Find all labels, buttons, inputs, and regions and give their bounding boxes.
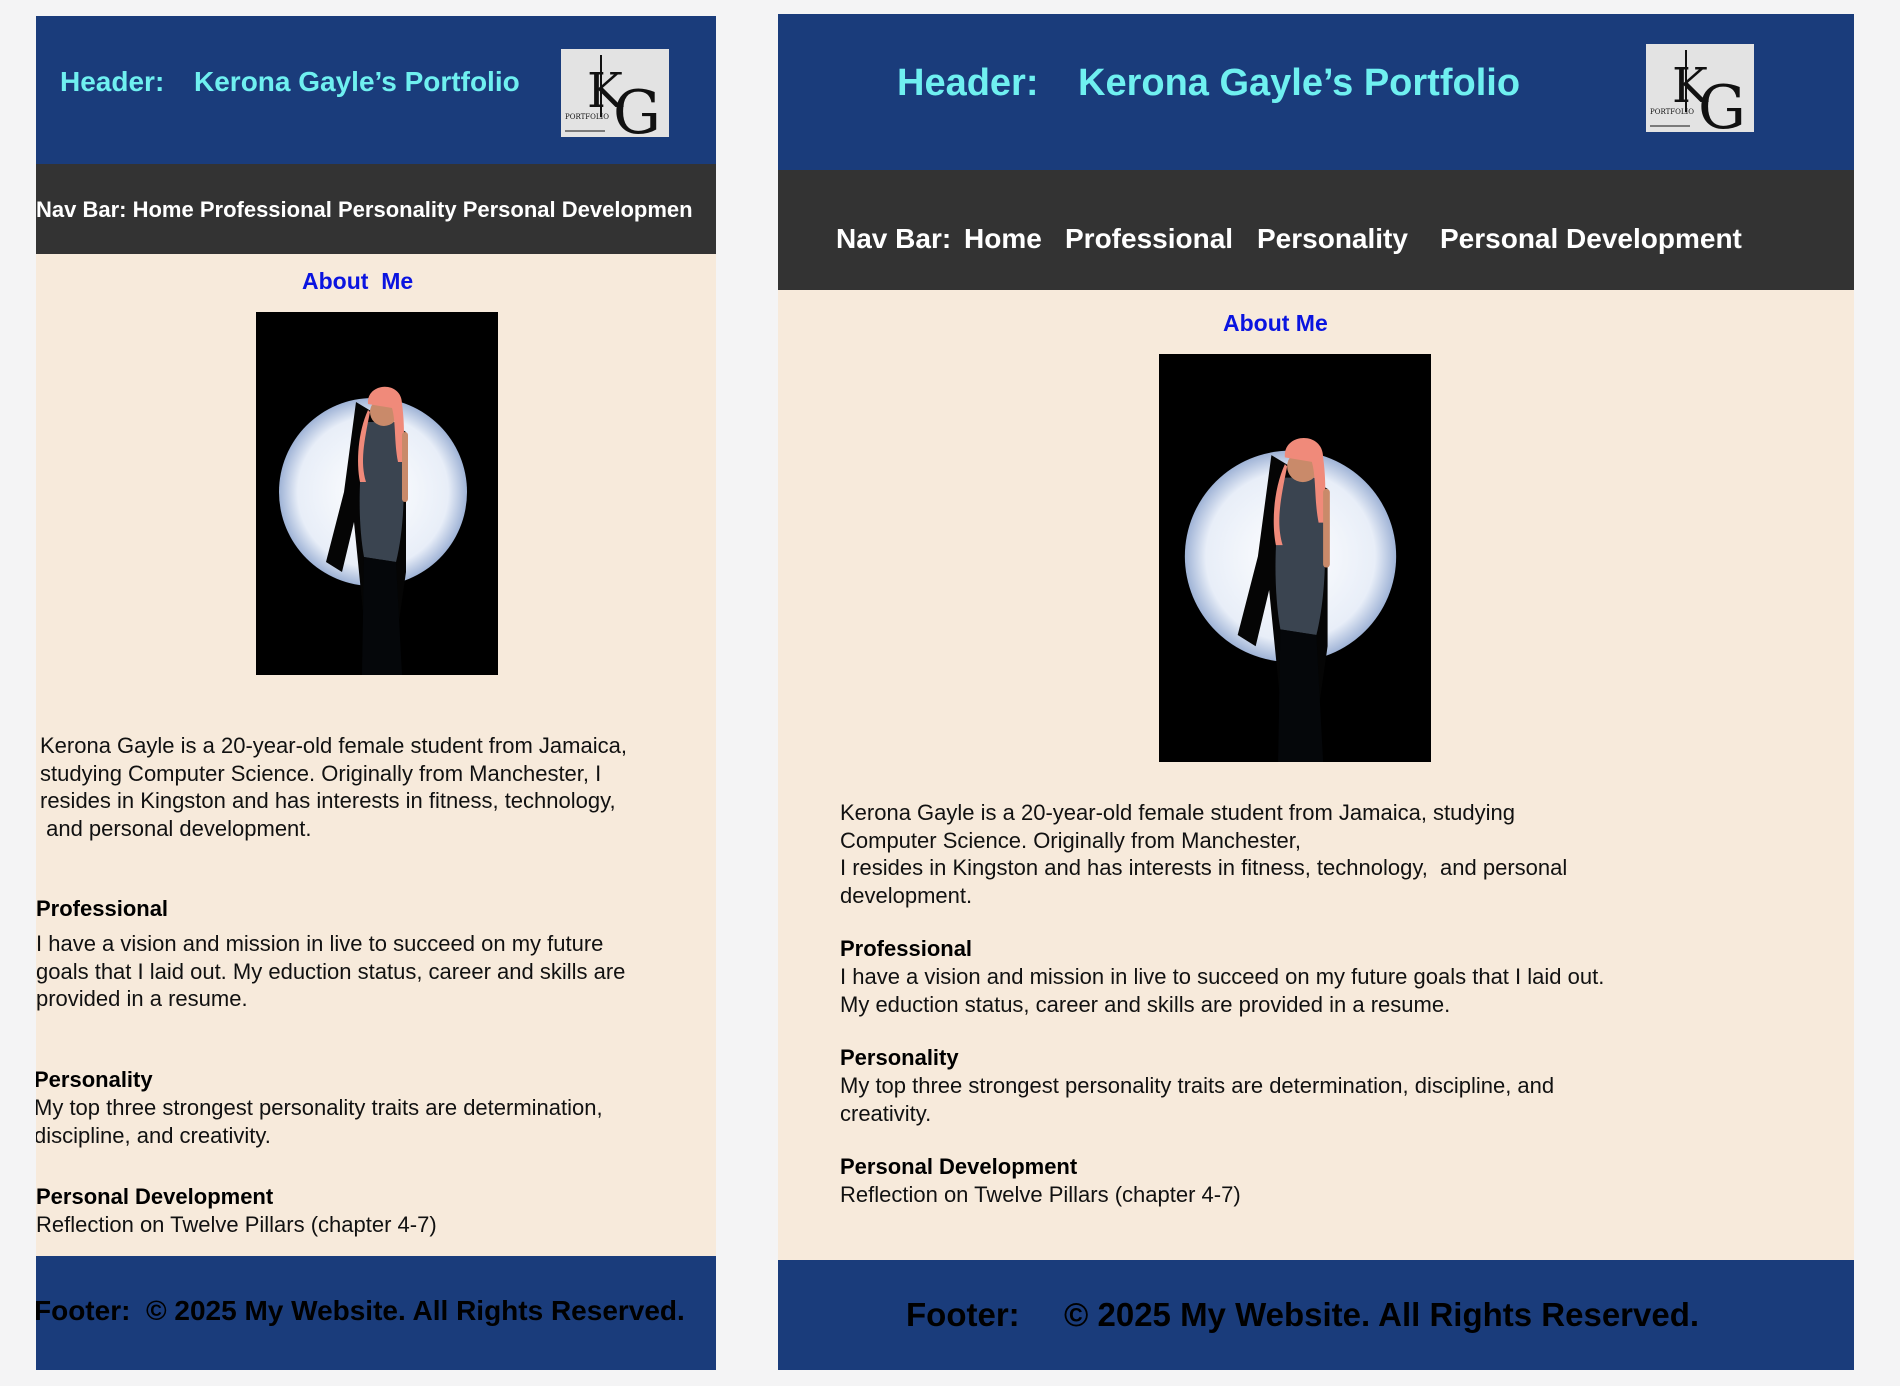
kg-portfolio-logo-icon[interactable]: K G PORTFOLIO xyxy=(561,49,669,137)
desktop-mockup: Header: Kerona Gayle’s Portfolio K G POR… xyxy=(778,14,1854,1370)
personality-paragraph: My top three strongest personality trait… xyxy=(840,1073,1555,1126)
mobile-mockup: Header: Kerona Gayle’s Portfolio K G POR… xyxy=(36,16,716,1370)
site-title: Kerona Gayle’s Portfolio xyxy=(194,66,520,97)
profile-photo-spotlight-icon xyxy=(1159,354,1431,762)
site-footer: Footer: © 2025 My Website. All Rights Re… xyxy=(36,1256,716,1370)
footer-label: Footer: xyxy=(906,1296,1020,1333)
personality-heading: Personality xyxy=(840,1045,959,1070)
professional-paragraph: I have a vision and mission in live to s… xyxy=(36,931,626,1011)
nav-bar: Nav Bar: Home Professional Personality P… xyxy=(778,170,1854,290)
logo-graphic: K G PORTFOLIO xyxy=(1650,50,1746,132)
logo-graphic: K G PORTFOLIO xyxy=(565,55,661,137)
footer-copyright: © 2025 My Website. All Rights Reserved. xyxy=(1064,1296,1700,1333)
header-label: Header: xyxy=(60,66,165,97)
svg-text:G: G xyxy=(613,78,661,137)
svg-text:PORTFOLIO: PORTFOLIO xyxy=(565,113,609,121)
professional-heading: Professional xyxy=(840,936,973,961)
professional-heading: Professional xyxy=(36,896,169,921)
kg-portfolio-logo-icon[interactable]: K G PORTFOLIO xyxy=(1646,44,1754,132)
personal-development-heading: Personal Development xyxy=(36,1184,274,1209)
professional-paragraph: I have a vision and mission in live to s… xyxy=(840,964,1605,1017)
svg-text:PORTFOLIO: PORTFOLIO xyxy=(1650,108,1694,116)
intro-paragraph: Kerona Gayle is a 20-year-old female stu… xyxy=(840,800,1568,908)
personal-development-text: Reflection on Twelve Pillars (chapter 4-… xyxy=(840,1182,1241,1207)
site-footer: Footer: © 2025 My Website. All Rights Re… xyxy=(778,1260,1854,1370)
nav-bar: Nav Bar: Home Professional Personality P… xyxy=(36,164,716,254)
nav-item-personal-development[interactable]: Personal Development xyxy=(1440,223,1742,255)
site-title: Kerona Gayle’s Portfolio xyxy=(1078,62,1521,104)
nav-item-professional[interactable]: Professional xyxy=(1065,223,1233,255)
nav-item-home[interactable]: Home xyxy=(964,223,1042,255)
personality-heading: Personality xyxy=(36,1067,153,1092)
about-me-link[interactable]: About Me xyxy=(302,268,413,295)
personal-development-text: Reflection on Twelve Pillars (chapter 4-… xyxy=(36,1212,437,1237)
nav-bar-label: Nav Bar: xyxy=(836,223,952,254)
personality-paragraph: My top three strongest personality trait… xyxy=(36,1095,603,1148)
profile-photo xyxy=(256,312,498,675)
svg-text:G: G xyxy=(1698,73,1746,132)
profile-photo-spotlight-icon xyxy=(256,312,498,675)
intro-paragraph: Kerona Gayle is a 20-year-old female stu… xyxy=(40,733,627,841)
footer-text: Footer: © 2025 My Website. All Rights Re… xyxy=(36,1295,685,1326)
profile-photo xyxy=(1159,354,1431,762)
site-header: Header: Kerona Gayle’s Portfolio K G POR… xyxy=(778,14,1854,170)
nav-item-personality[interactable]: Personality xyxy=(1257,223,1408,255)
personal-development-heading: Personal Development xyxy=(840,1154,1078,1179)
header-label: Header: xyxy=(897,62,1039,104)
site-header: Header: Kerona Gayle’s Portfolio K G POR… xyxy=(36,16,716,164)
nav-bar-text[interactable]: Nav Bar: Home Professional Personality P… xyxy=(36,197,693,223)
about-me-link[interactable]: About Me xyxy=(1223,310,1328,337)
